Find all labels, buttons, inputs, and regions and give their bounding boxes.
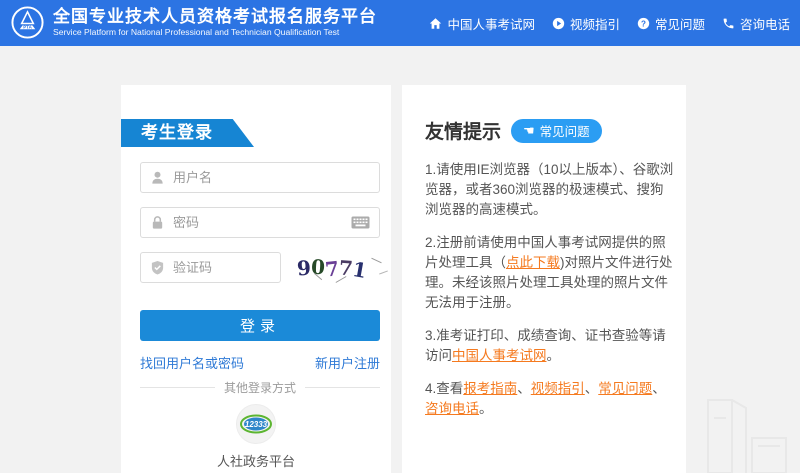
nav-label: 视频指引	[570, 14, 620, 33]
alt-login-label: 人社政务平台	[121, 451, 391, 470]
alt-login-12333-button[interactable]: 12333	[236, 404, 276, 444]
tip-4-text: 。	[479, 401, 493, 416]
password-field-box	[140, 207, 380, 238]
username-field-box	[140, 162, 380, 193]
cpta-logo-text: PTA	[23, 25, 32, 30]
soft-keyboard-icon[interactable]	[351, 216, 370, 229]
username-input[interactable]	[173, 170, 370, 185]
nav-china-personnel-testing[interactable]: 中国人事考试网	[429, 14, 535, 33]
nav-label: 咨询电话	[740, 14, 790, 33]
brand: PTA 全国专业技术人员资格考试报名服务平台 Service Platform …	[10, 5, 377, 40]
captcha-field-box	[140, 252, 281, 283]
site-title: 全国专业技术人员资格考试报名服务平台	[53, 7, 377, 27]
header-bar: PTA 全国专业技术人员资格考试报名服务平台 Service Platform …	[0, 0, 800, 46]
nav-label: 中国人事考试网	[447, 14, 535, 33]
background-watermark	[694, 388, 794, 473]
tip-4-text: 、	[517, 381, 531, 396]
header-nav: 中国人事考试网 视频指引 ? 常见问题 咨询电话	[429, 0, 790, 46]
tips-header: 友情提示 ☚ 常见问题	[425, 117, 677, 144]
password-input[interactable]	[173, 215, 351, 230]
faq-badge-button[interactable]: ☚ 常见问题	[511, 119, 602, 143]
other-login-label: 其他登录方式	[224, 379, 296, 396]
tip-4: 4.查看报考指南、视频指引、常见问题、咨询电话。	[425, 379, 677, 419]
pointing-hand-icon: ☚	[523, 124, 535, 137]
new-user-register-link[interactable]: 新用户注册	[315, 353, 380, 372]
tip-4-text: 、	[585, 381, 599, 396]
login-button[interactable]: 登录	[140, 310, 380, 341]
nav-phone[interactable]: 咨询电话	[722, 14, 790, 33]
tip-4-text: 、	[652, 381, 666, 396]
svg-text:?: ?	[641, 19, 646, 28]
download-photo-tool-link[interactable]: 点此下载	[506, 255, 560, 270]
cpta-logo-icon: PTA	[10, 5, 45, 40]
china-personnel-testing-link[interactable]: 中国人事考试网	[452, 348, 547, 363]
captcha-digits: 90771	[297, 250, 389, 285]
tip-3: 3.准考证打印、成绩查询、证书查验等请访问中国人事考试网。	[425, 326, 677, 366]
faq-link[interactable]: 常见问题	[598, 381, 652, 396]
tip-1: 1.请使用IE浏览器（10以上版本）、谷歌浏览器，或者360浏览器的极速模式、搜…	[425, 160, 677, 220]
tips-panel: 友情提示 ☚ 常见问题 1.请使用IE浏览器（10以上版本）、谷歌浏览器，或者3…	[402, 85, 686, 473]
exam-guide-link[interactable]: 报考指南	[463, 381, 517, 396]
shield-check-icon	[150, 260, 165, 275]
page: PTA 全国专业技术人员资格考试报名服务平台 Service Platform …	[0, 0, 800, 473]
nav-faq[interactable]: ? 常见问题	[637, 14, 705, 33]
play-icon	[552, 17, 565, 30]
nav-label: 常见问题	[655, 14, 705, 33]
captcha-image[interactable]: 90771	[297, 250, 389, 285]
site-subtitle: Service Platform for National Profession…	[53, 27, 377, 38]
other-login-divider: 其他登录方式	[140, 379, 380, 396]
phone-icon	[722, 17, 735, 30]
tip-4-text: 4.查看	[425, 381, 463, 396]
login-links-row: 找回用户名或密码 新用户注册	[140, 353, 380, 372]
question-icon: ?	[637, 17, 650, 30]
captcha-input[interactable]	[173, 260, 271, 275]
video-guide-link[interactable]: 视频指引	[531, 381, 585, 396]
tip-3-text: 。	[547, 348, 561, 363]
login-panel: 考生登录	[121, 85, 391, 473]
12333-logo-icon: 12333	[239, 412, 273, 436]
divider-line	[305, 387, 380, 388]
12333-logo-text: 12333	[245, 420, 268, 429]
tips-title: 友情提示	[425, 117, 501, 144]
home-icon	[429, 17, 442, 30]
tip-2: 2.注册前请使用中国人事考试网提供的照片处理工具（点此下载)对照片文件进行处理。…	[425, 233, 677, 313]
faq-badge-label: 常见问题	[540, 121, 590, 140]
phone-consult-link[interactable]: 咨询电话	[425, 401, 479, 416]
brand-titles: 全国专业技术人员资格考试报名服务平台 Service Platform for …	[53, 7, 377, 38]
lock-icon	[150, 215, 165, 230]
user-icon	[150, 170, 165, 185]
forgot-credentials-link[interactable]: 找回用户名或密码	[140, 353, 244, 372]
nav-video-guide[interactable]: 视频指引	[552, 14, 620, 33]
login-panel-title: 考生登录	[121, 119, 254, 147]
divider-line	[140, 387, 215, 388]
